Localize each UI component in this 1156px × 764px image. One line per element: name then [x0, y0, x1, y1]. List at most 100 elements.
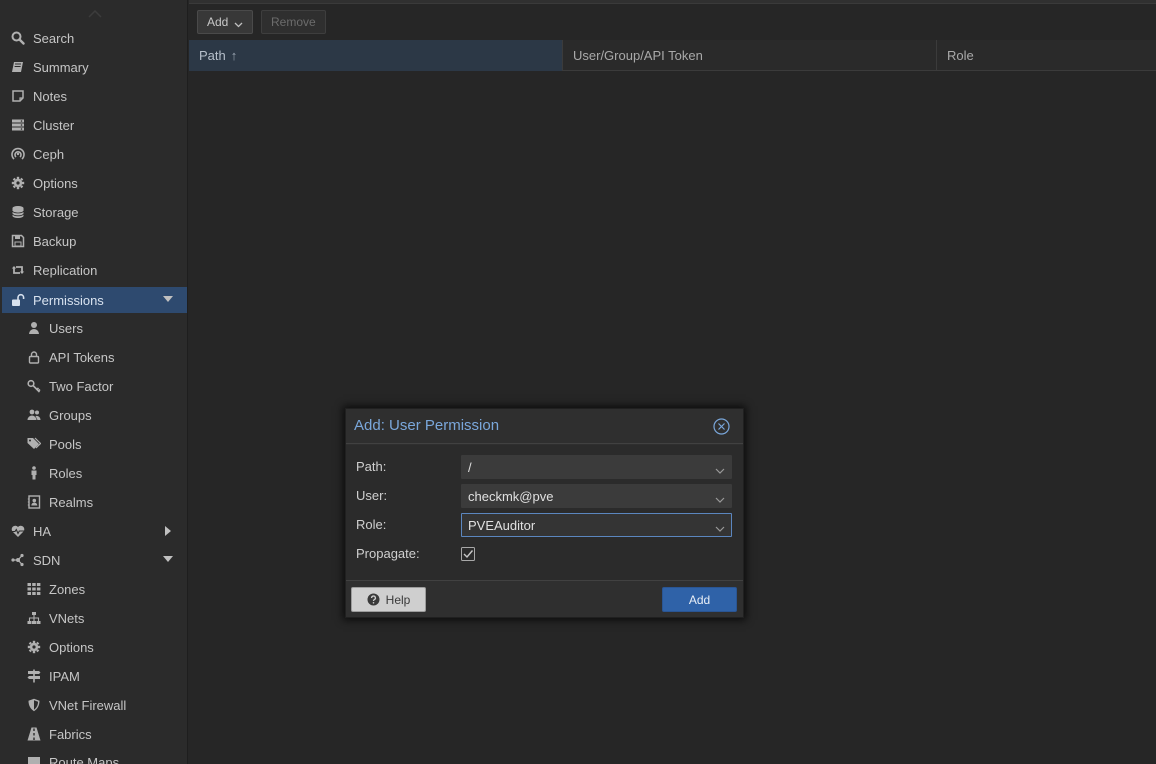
permissions-panel: Add Remove Path ↑ User/Group/API Token R…	[189, 0, 1156, 764]
column-title: Path	[199, 48, 226, 63]
expand-toggle-icon[interactable]	[163, 296, 173, 302]
path-label: Path:	[356, 459, 387, 474]
column-header-user[interactable]: User/Group/API Token	[563, 40, 937, 71]
role-select[interactable]: PVEAuditor	[461, 513, 732, 537]
chevron-down-icon[interactable]	[715, 463, 725, 474]
sidebar-item-permissions[interactable]: Permissions	[2, 287, 187, 313]
user-icon	[26, 320, 42, 336]
expand-toggle-icon[interactable]	[163, 556, 173, 562]
sidebar-item-label: VNets	[49, 610, 85, 626]
sidebar-item-ceph[interactable]: Ceph	[2, 141, 187, 167]
help-label: Help	[385, 592, 411, 607]
sidebar-item-storage[interactable]: Storage	[2, 199, 187, 225]
sidebar-item-vnet-firewall[interactable]: VNet Firewall	[2, 692, 187, 718]
key-icon	[26, 378, 42, 394]
sidebar-item-label: Replication	[33, 262, 98, 278]
sdn-icon	[10, 552, 26, 568]
sidebar-item-groups[interactable]: Groups	[2, 402, 187, 428]
propagate-checkbox[interactable]	[461, 547, 475, 561]
sidebar-item-label: Storage	[33, 204, 79, 220]
sidebar-item-label: Permissions	[33, 292, 104, 308]
sidebar-item-label: Pools	[49, 436, 82, 452]
user-value: checkmk@pve	[468, 488, 554, 504]
chevron-down-icon[interactable]	[715, 492, 725, 503]
remove-button[interactable]: Remove	[261, 10, 326, 34]
close-icon[interactable]	[713, 418, 730, 435]
add-user-permission-dialog: Add: User Permission Path: / User: check…	[345, 408, 744, 618]
sidebar-item-two-factor[interactable]: Two Factor	[2, 373, 187, 399]
sidebar-item-label: Zones	[49, 581, 86, 597]
remove-label: Remove	[271, 15, 316, 29]
role-label: Role:	[356, 517, 387, 532]
panel-top-border	[189, 0, 1156, 4]
path-value: /	[468, 459, 472, 475]
users-icon	[26, 407, 42, 423]
column-title: User/Group/API Token	[573, 48, 703, 63]
road-icon	[26, 726, 42, 742]
user-select[interactable]: checkmk@pve	[461, 484, 732, 508]
sidebar-item-label: Options	[49, 639, 94, 655]
sidebar-item-backup[interactable]: Backup	[2, 228, 187, 254]
user-row: User: checkmk@pve	[356, 484, 733, 508]
grid-header: Path ↑ User/Group/API Token Role	[189, 40, 1156, 71]
add-menu-label: Add	[207, 15, 229, 29]
floppy-icon	[10, 233, 26, 249]
sidebar-item-realms[interactable]: Realms	[2, 489, 187, 515]
signpost-icon	[26, 668, 42, 684]
question-circle-icon	[367, 593, 380, 606]
sidebar-item-ipam[interactable]: IPAM	[2, 663, 187, 689]
tags-icon	[26, 436, 42, 452]
sidebar-item-label: IPAM	[49, 668, 80, 684]
sidebar-item-route-maps[interactable]: Route Maps	[2, 749, 187, 764]
sidebar-item-notes[interactable]: Notes	[2, 83, 187, 109]
sidebar-item-zones[interactable]: Zones	[2, 576, 187, 602]
sort-ascending-icon: ↑	[230, 48, 238, 63]
column-header-role[interactable]: Role	[937, 40, 1156, 71]
sidebar-item-vnets[interactable]: VNets	[2, 605, 187, 631]
sidebar-item-summary[interactable]: Summary	[2, 54, 187, 80]
sidebar-item-label: Groups	[49, 407, 92, 423]
sidebar-item-pools[interactable]: Pools	[2, 431, 187, 457]
male-icon	[26, 465, 42, 481]
propagate-label: Propagate:	[356, 546, 420, 561]
help-button[interactable]: Help	[351, 587, 426, 612]
add-button[interactable]: Add	[662, 587, 737, 612]
sidebar-item-label: Realms	[49, 494, 94, 510]
dialog-title: Add: User Permission	[354, 417, 500, 434]
sidebar-item-options[interactable]: Options	[2, 170, 187, 196]
sidebar-item-label: SDN	[33, 552, 61, 568]
dialog-form: Path: / User: checkmk@pve Role: PVEAudit…	[346, 445, 743, 581]
sidebar-item-search[interactable]: Search	[2, 25, 187, 51]
sidebar-item-replication[interactable]: Replication	[2, 257, 187, 283]
sidebar-item-fabrics[interactable]: Fabrics	[2, 721, 187, 747]
sidebar-item-label: HA	[33, 523, 52, 539]
role-row: Role: PVEAuditor	[356, 513, 733, 537]
server-icon	[10, 117, 26, 133]
user-label: User:	[356, 488, 388, 503]
sidebar-item-users[interactable]: Users	[2, 315, 187, 341]
sidebar-item-sdn-options[interactable]: Options	[2, 634, 187, 660]
sidebar-item-label: Notes	[33, 88, 67, 104]
add-menu-button[interactable]: Add	[197, 10, 254, 34]
sidebar-item-sdn[interactable]: SDN	[2, 547, 187, 573]
column-header-path[interactable]: Path ↑	[189, 40, 563, 71]
chevron-up-icon	[88, 9, 102, 18]
sidebar-item-api-tokens[interactable]: API Tokens	[2, 344, 187, 370]
propagate-row: Propagate:	[356, 542, 733, 566]
sidebar-item-label: Two Factor	[49, 378, 114, 394]
ceph-icon	[10, 146, 26, 162]
add-label: Add	[688, 592, 711, 607]
dialog-footer: Help Add	[346, 582, 743, 617]
lock-icon	[26, 349, 42, 365]
sidebar-item-ha[interactable]: HA	[2, 518, 187, 544]
expand-toggle-icon[interactable]	[165, 526, 171, 536]
chevron-down-icon[interactable]	[715, 521, 725, 532]
column-title: Role	[947, 48, 974, 63]
path-select[interactable]: /	[461, 455, 732, 479]
database-icon	[10, 204, 26, 220]
sidebar-item-cluster[interactable]: Cluster	[2, 112, 187, 138]
route-icon	[26, 754, 42, 764]
sidebar-item-roles[interactable]: Roles	[2, 460, 187, 486]
chevron-down-icon	[234, 18, 243, 27]
note-icon	[10, 88, 26, 104]
